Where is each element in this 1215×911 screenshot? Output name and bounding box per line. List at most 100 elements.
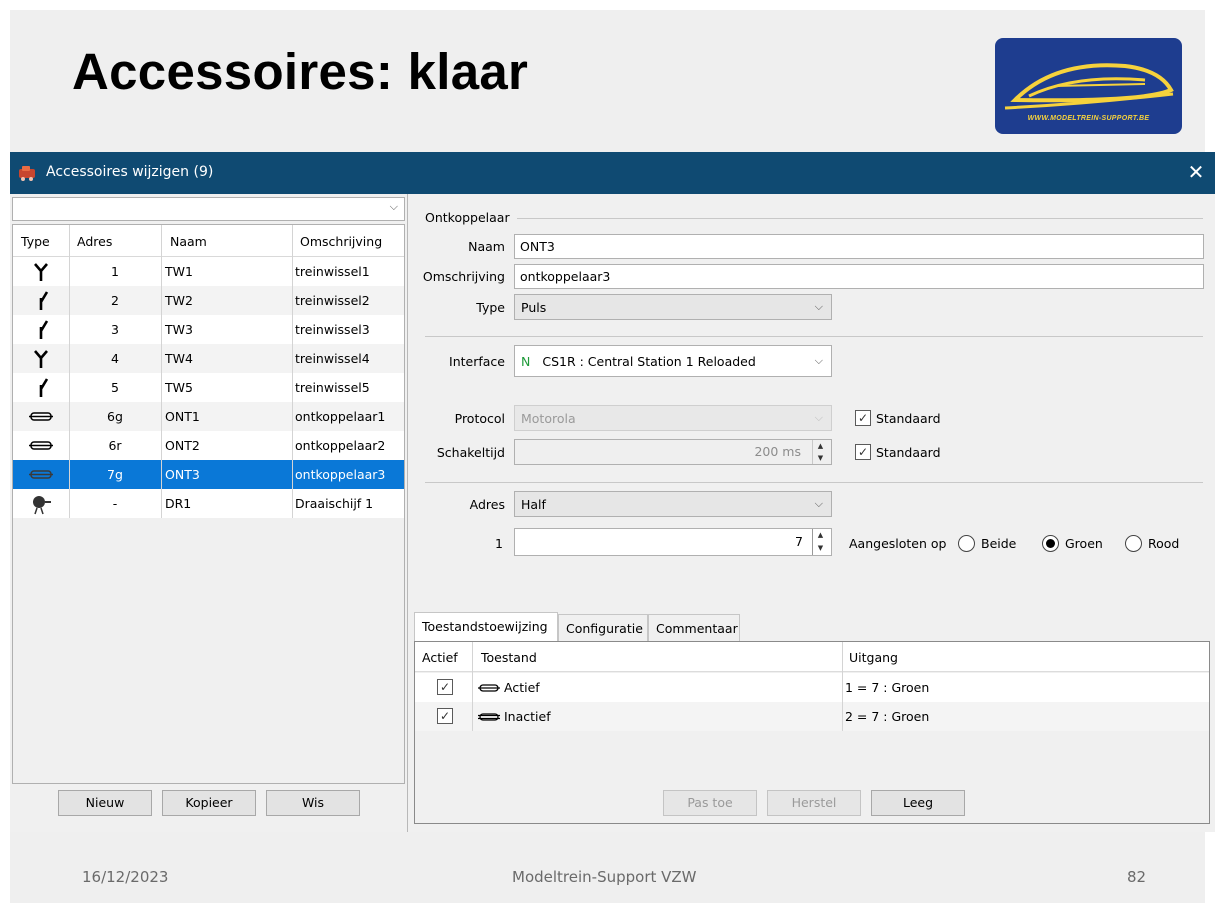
toestand-value: Actief xyxy=(504,680,540,695)
table-row[interactable]: 1 TW1 treinwissel1 xyxy=(13,257,404,286)
filter-dropdown[interactable]: ⌵ xyxy=(12,197,405,221)
clear-button[interactable]: Leeg xyxy=(871,790,965,816)
row-omschrijving: ontkoppelaar1 xyxy=(295,409,386,424)
copy-button[interactable]: Kopieer xyxy=(162,790,256,816)
state-row[interactable]: ✓ Inactief 2 = 7 : Groen xyxy=(415,702,1209,731)
radio-rood-label: Rood xyxy=(1148,536,1180,551)
radio-groen[interactable] xyxy=(1042,535,1059,552)
column-divider xyxy=(472,642,473,731)
new-button[interactable]: Nieuw xyxy=(58,790,152,816)
row-naam: ONT3 xyxy=(165,467,200,482)
row-adres: 2 xyxy=(111,293,119,308)
accessory-table: Type Adres Naam Omschrijving 1 TW1 trein… xyxy=(12,224,405,784)
uncoupler-icon xyxy=(478,684,500,692)
column-header-uitgang[interactable]: Uitgang xyxy=(849,650,898,665)
close-icon[interactable]: ✕ xyxy=(1183,159,1209,185)
radio-groen-label: Groen xyxy=(1065,536,1103,551)
row-naam: ONT2 xyxy=(165,438,200,453)
row-naam: TW3 xyxy=(165,322,193,337)
apply-button[interactable]: Pas toe xyxy=(663,790,757,816)
table-row[interactable]: 2 TW2 treinwissel2 xyxy=(13,286,404,315)
protocol-standaard-checkbox[interactable]: ✓ xyxy=(855,410,871,426)
state-row[interactable]: ✓ Actief 1 = 7 : Groen xyxy=(415,673,1209,702)
radio-beide[interactable] xyxy=(958,535,975,552)
schakeltijd-label: Schakeltijd xyxy=(436,445,505,460)
turnout-left-icon xyxy=(13,257,69,286)
turntable-icon xyxy=(13,489,69,518)
protocol-label: Protocol xyxy=(454,411,505,426)
accessory-table-header: Type Adres Naam Omschrijving xyxy=(13,225,404,257)
row-omschrijving: treinwissel1 xyxy=(295,264,370,279)
column-header-naam[interactable]: Naam xyxy=(170,234,207,249)
column-divider xyxy=(842,642,843,731)
column-header-actief[interactable]: Actief xyxy=(422,650,458,665)
schakeltijd-field[interactable]: 200 ms xyxy=(514,439,832,465)
row-adres: 4 xyxy=(111,351,119,366)
actief-checkbox[interactable]: ✓ xyxy=(437,679,453,695)
uncoupler-icon xyxy=(13,431,69,460)
actief-checkbox[interactable]: ✓ xyxy=(437,708,453,724)
footer-organisation: Modeltrein-Support VZW xyxy=(512,868,697,886)
protocol-standaard-label: Standaard xyxy=(876,411,941,426)
aangesloten-label: Aangesloten op xyxy=(849,536,947,551)
table-row[interactable]: - DR1 Draaischijf 1 xyxy=(13,489,404,518)
type-select[interactable]: Puls ⌵ xyxy=(514,294,832,320)
section-title: Ontkoppelaar xyxy=(425,210,510,225)
column-header-adres[interactable]: Adres xyxy=(77,234,112,249)
schakeltijd-standaard-checkbox[interactable]: ✓ xyxy=(855,444,871,460)
section-divider xyxy=(517,218,1203,219)
adres-value: Half xyxy=(521,497,546,512)
omschrijving-field[interactable]: ontkoppelaar3 xyxy=(514,264,1204,289)
interface-select[interactable]: N CS1R : Central Station 1 Reloaded ⌵ xyxy=(514,345,832,377)
table-row[interactable]: 4 TW4 treinwissel4 xyxy=(13,344,404,373)
column-header-type[interactable]: Type xyxy=(21,234,50,249)
uncoupler-icon xyxy=(478,713,500,721)
column-header-omschrijving[interactable]: Omschrijving xyxy=(300,234,382,249)
table-row[interactable]: 5 TW5 treinwissel5 xyxy=(13,373,404,402)
type-label: Type xyxy=(476,300,505,315)
logo-text: WWW.MODELTREIN-SUPPORT.BE xyxy=(1027,115,1150,122)
interface-status-indicator: N xyxy=(521,354,531,369)
state-table-header: Actief Toestand Uitgang xyxy=(415,642,1209,672)
row-omschrijving: ontkoppelaar3 xyxy=(295,467,386,482)
table-row[interactable]: 6g ONT1 ontkoppelaar1 xyxy=(13,402,404,431)
tab-configuratie[interactable]: Configuratie xyxy=(558,614,648,641)
row-omschrijving: treinwissel5 xyxy=(295,380,370,395)
radio-rood[interactable] xyxy=(1125,535,1142,552)
slide-title: Accessoires: klaar xyxy=(72,43,529,100)
row-adres: 6r xyxy=(108,438,122,453)
interface-label: Interface xyxy=(449,354,505,369)
table-row[interactable]: 6r ONT2 ontkoppelaar2 xyxy=(13,431,404,460)
schakeltijd-spinner[interactable]: ▲ ▼ xyxy=(812,440,828,464)
port-address-spinner[interactable]: ▲ ▼ xyxy=(812,529,828,555)
table-row-selected[interactable]: 7g ONT3 ontkoppelaar3 xyxy=(13,460,404,489)
turnout-right-icon xyxy=(13,315,69,344)
naam-label: Naam xyxy=(468,239,505,254)
accessory-detail-pane: Ontkoppelaar Naam ONT3 Omschrijving ontk… xyxy=(409,194,1215,832)
omschrijving-label: Omschrijving xyxy=(422,269,505,284)
chevron-down-icon: ⌵ xyxy=(814,300,823,313)
modeltrein-support-logo: WWW.MODELTREIN-SUPPORT.BE xyxy=(995,38,1182,134)
naam-field[interactable]: ONT3 xyxy=(514,234,1204,259)
protocol-select[interactable]: Motorola ⌵ xyxy=(514,405,832,431)
row-naam: TW5 xyxy=(165,380,193,395)
restore-button[interactable]: Herstel xyxy=(767,790,861,816)
uncoupler-icon xyxy=(13,402,69,431)
column-divider xyxy=(292,225,293,518)
row-adres: 1 xyxy=(111,264,119,279)
column-header-toestand[interactable]: Toestand xyxy=(481,650,537,665)
table-row[interactable]: 3 TW3 treinwissel3 xyxy=(13,315,404,344)
delete-button[interactable]: Wis xyxy=(266,790,360,816)
toestand-value: Inactief xyxy=(504,709,551,724)
row-omschrijving: treinwissel3 xyxy=(295,322,370,337)
tab-commentaar[interactable]: Commentaar xyxy=(648,614,740,641)
chevron-down-icon: ⌵ xyxy=(814,411,823,424)
adres-select[interactable]: Half ⌵ xyxy=(514,491,832,517)
port-address-field[interactable]: 7 xyxy=(514,528,832,556)
chevron-down-icon: ⌵ xyxy=(814,497,823,510)
interface-value: CS1R : Central Station 1 Reloaded xyxy=(542,354,756,369)
tab-toestandstoewijzing[interactable]: Toestandstoewijzing xyxy=(414,612,558,642)
adres-label: Adres xyxy=(469,497,505,512)
uitgang-value: 2 = 7 : Groen xyxy=(845,709,930,724)
type-value: Puls xyxy=(521,300,547,315)
